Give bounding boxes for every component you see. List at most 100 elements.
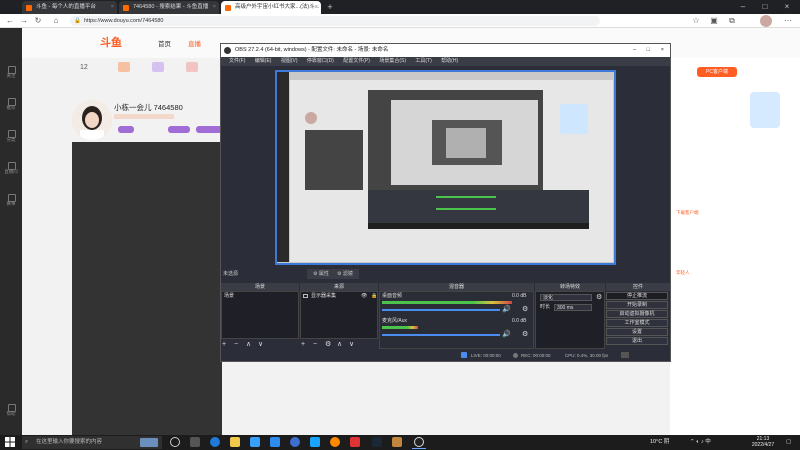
minimize-icon[interactable]: – xyxy=(732,0,754,14)
site-right-panel xyxy=(670,58,800,435)
steam-icon[interactable] xyxy=(372,437,382,447)
collections-icon[interactable]: ▣ xyxy=(708,15,720,27)
browser-tab[interactable]: 7464580 - 搜索结果 - 斗鱼直播 × xyxy=(119,1,219,14)
store-icon[interactable] xyxy=(250,437,260,447)
more-menu-icon[interactable]: ⋯ xyxy=(782,15,794,27)
mixer-settings-icon[interactable]: ⚙ xyxy=(522,330,528,338)
close-window-icon[interactable]: × xyxy=(776,0,798,14)
obs-minimize-icon[interactable]: – xyxy=(633,44,636,57)
home-icon[interactable]: ⌂ xyxy=(50,15,62,27)
lock-source-icon[interactable]: 🔒 xyxy=(371,292,377,300)
source-filters-button[interactable]: ⚙ 滤镜 xyxy=(331,269,359,279)
left-nav-help[interactable]: 帮助 xyxy=(2,402,20,420)
pc-client-button[interactable]: PC客户端 xyxy=(697,67,737,77)
refresh-icon[interactable]: ↻ xyxy=(32,15,44,27)
left-nav-category[interactable]: 分类 xyxy=(2,128,20,146)
address-bar[interactable]: 🔒 https://www.douyu.com/7464580 xyxy=(70,16,600,26)
speaker-icon[interactable]: 🔊 xyxy=(502,305,511,313)
scene-item[interactable]: 场景 xyxy=(222,292,298,300)
exit-button[interactable]: 退出 xyxy=(606,337,668,345)
obs-menu-edit[interactable]: 编辑(E) xyxy=(255,58,272,64)
close-tab-icon[interactable]: × xyxy=(315,1,318,14)
volume-slider[interactable] xyxy=(382,309,500,311)
new-tab-icon[interactable]: + xyxy=(324,1,336,13)
scene-up-icon[interactable]: ∧ xyxy=(246,340,251,350)
favorites-icon[interactable]: ☆ xyxy=(690,15,702,27)
close-tab-icon[interactable]: × xyxy=(213,1,216,14)
forward-icon[interactable]: → xyxy=(18,15,30,27)
video-player-area[interactable] xyxy=(72,142,222,435)
browser-tab[interactable]: 斗鱼 - 每个人的直播平台 × xyxy=(22,1,117,14)
taskbar-search[interactable]: ⌕ 在这里输入你要搜索的内容 xyxy=(22,436,162,449)
gift-icon[interactable] xyxy=(118,62,130,72)
studio-mode-button[interactable]: 工作室模式 xyxy=(606,319,668,327)
site-nav-home[interactable]: 首页 xyxy=(158,38,171,48)
obs-menu-tools[interactable]: 工具(T) xyxy=(415,58,431,64)
scene-transitions: 淡化 ⚙ 时长 300 ms xyxy=(535,291,605,349)
app-icon[interactable] xyxy=(310,437,320,447)
obs-taskbar-icon[interactable] xyxy=(414,437,424,447)
source-up-icon[interactable]: ∧ xyxy=(337,340,342,350)
obs-close-icon[interactable]: × xyxy=(661,44,664,57)
profile-avatar[interactable] xyxy=(760,15,772,27)
task-view-icon[interactable] xyxy=(170,437,180,447)
tray-icons[interactable]: ⌃ ◐ ♪ 中 xyxy=(690,436,711,449)
volume-slider[interactable] xyxy=(382,334,500,336)
settings-button[interactable]: 设置 xyxy=(606,328,668,336)
start-recording-button[interactable]: 开始录制 xyxy=(606,301,668,309)
mixer-settings-icon[interactable]: ⚙ xyxy=(522,305,528,313)
weather-widget[interactable]: 10°C 阴 xyxy=(650,436,669,449)
widgets-icon[interactable] xyxy=(190,437,200,447)
extensions-icon[interactable]: ⧉ xyxy=(726,15,738,27)
left-nav-events[interactable]: 赛事 xyxy=(2,192,20,210)
source-settings-icon[interactable]: ⚙ xyxy=(325,340,331,350)
start-virtual-camera-button[interactable]: 启动虚拟摄像机 xyxy=(606,310,668,318)
notification-icon[interactable]: ▢ xyxy=(786,436,791,449)
transition-select[interactable]: 淡化 xyxy=(540,294,592,301)
obs-menu-docks[interactable]: 停靠窗口(D) xyxy=(307,58,334,64)
scene-down-icon[interactable]: ∨ xyxy=(258,340,263,350)
scenes-list: 场景 xyxy=(221,291,299,339)
obs-maximize-icon[interactable]: □ xyxy=(647,44,650,57)
site-nav-live[interactable]: 直播 xyxy=(188,38,201,48)
right-panel-text: 下载客户端 xyxy=(676,210,699,215)
message-icon[interactable] xyxy=(186,62,198,72)
speaker-icon[interactable]: 🔊 xyxy=(502,330,511,338)
source-item[interactable]: 显示器采集 👁 🔒 xyxy=(301,292,377,300)
mail-icon[interactable] xyxy=(270,437,280,447)
source-down-icon[interactable]: ∨ xyxy=(349,340,354,350)
app-icon[interactable] xyxy=(350,437,360,447)
remove-scene-icon[interactable]: − xyxy=(234,340,238,350)
add-scene-icon[interactable]: + xyxy=(222,340,226,350)
remove-source-icon[interactable]: − xyxy=(313,340,317,350)
back-icon[interactable]: ← xyxy=(4,15,16,27)
system-clock[interactable]: 21:13 2022/4/27 xyxy=(748,436,778,448)
mixer-dock-title: 混音器 xyxy=(379,283,534,291)
obs-menu-help[interactable]: 帮助(H) xyxy=(441,58,458,64)
streamer-avatar[interactable] xyxy=(72,100,112,140)
browser-tab-active[interactable]: 高级户外宇宙小红书大家...(法)斗... × xyxy=(221,1,321,14)
file-explorer-icon[interactable] xyxy=(230,437,240,447)
left-nav-recommend[interactable]: 推荐 xyxy=(2,96,20,114)
close-tab-icon[interactable]: × xyxy=(111,1,114,14)
duration-input[interactable]: 300 ms xyxy=(554,304,592,311)
app-icon[interactable] xyxy=(330,437,340,447)
fan-icon[interactable] xyxy=(152,62,164,72)
maximize-icon[interactable]: □ xyxy=(754,0,776,14)
add-source-icon[interactable]: + xyxy=(301,340,305,350)
windows-start-icon[interactable] xyxy=(5,437,15,447)
app-icon[interactable] xyxy=(290,437,300,447)
visibility-eye-icon[interactable]: 👁 xyxy=(361,292,367,300)
edge-icon[interactable] xyxy=(210,437,220,447)
obs-menu-file[interactable]: 文件(F) xyxy=(229,58,245,64)
transition-settings-icon[interactable]: ⚙ xyxy=(596,293,602,301)
obs-menu-view[interactable]: 视图(V) xyxy=(281,58,298,64)
obs-menu-scene-collection[interactable]: 场景集合(S) xyxy=(379,58,406,64)
left-nav-room[interactable]: 直播间 xyxy=(2,160,20,178)
monitor-icon xyxy=(303,294,308,298)
obs-menu-profile[interactable]: 配置文件(P) xyxy=(343,58,370,64)
left-nav-follow[interactable]: 关注 xyxy=(2,64,20,82)
app-icon[interactable] xyxy=(392,437,402,447)
stop-streaming-button[interactable]: 停止推流 xyxy=(606,292,668,300)
douyu-logo[interactable]: 斗鱼 xyxy=(100,34,122,50)
